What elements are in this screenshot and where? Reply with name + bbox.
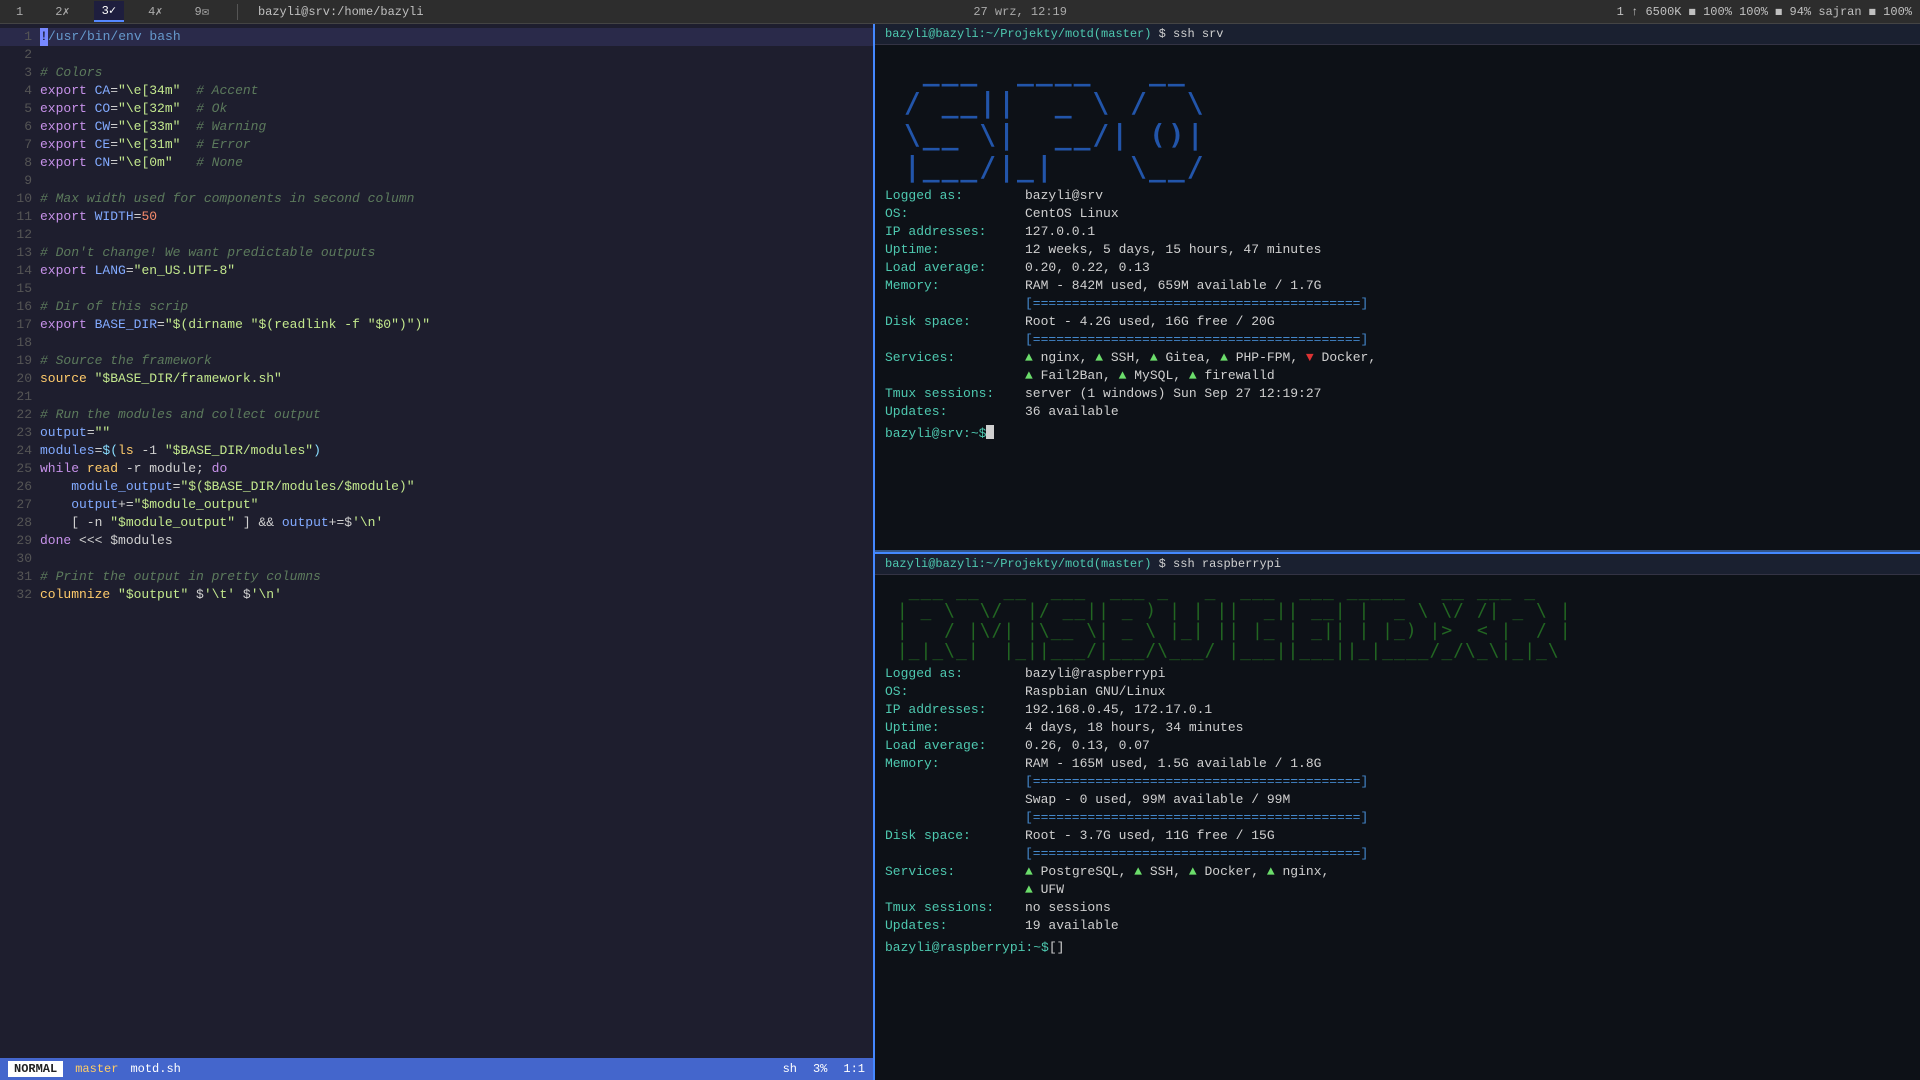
tab-2[interactable]: 2✗: [47, 2, 77, 21]
code-line-17: 17 export BASE_DIR="$(dirname "$(readlin…: [0, 316, 873, 334]
code-line-9: 9: [0, 172, 873, 190]
code-line-29: 29 done <<< $modules: [0, 532, 873, 550]
code-line-30: 30: [0, 550, 873, 568]
code-line-28: 28 [ -n "$module_output" ] && output+=$'…: [0, 514, 873, 532]
srv-os: OS: CentOS Linux: [885, 205, 1910, 223]
terminal-srv-header: bazyli@bazyli:~/Projekty/motd(master) $ …: [875, 24, 1920, 45]
rpi-ascii-art: ___ __ __ ___ ___ _ _ ___ ___ _____ __ _…: [885, 581, 1910, 661]
tab-9[interactable]: 9✉: [187, 2, 217, 21]
code-line-23: 23 output="": [0, 424, 873, 442]
rpi-logged-as: Logged as: bazyli@raspberrypi: [885, 665, 1910, 683]
top-bar: 1 2✗ 3✓ 4✗ 9✉ bazyli@srv:/home/bazyli 27…: [0, 0, 1920, 24]
editor-pane: 1 !/usr/bin/env bash 2 3 # Colors 4 expo…: [0, 24, 875, 1080]
rpi-tmux: Tmux sessions: no sessions: [885, 899, 1910, 917]
srv-cursor: [986, 425, 994, 439]
editor-status-right: sh 3% 1:1: [783, 1062, 865, 1076]
code-line-3: 3 # Colors: [0, 64, 873, 82]
code-line-16: 16 # Dir of this scrip: [0, 298, 873, 316]
code-line-1: 1 !/usr/bin/env bash: [0, 28, 873, 46]
top-bar-right: 1 ↑ 6500K ◼ 100% 100% ◼ 94% sajran ◼ 100…: [1617, 4, 1912, 19]
code-line-19: 19 # Source the framework: [0, 352, 873, 370]
code-line-12: 12: [0, 226, 873, 244]
editor-mode: NORMAL: [8, 1061, 63, 1077]
terminal-srv-body[interactable]: ___ ____ __ / __|| _ \ / \ \__ \| __/| (…: [875, 45, 1920, 550]
srv-ascii-art: ___ ____ __ / __|| _ \ / \ \__ \| __/| (…: [885, 55, 1910, 183]
code-line-10: 10 # Max width used for components in se…: [0, 190, 873, 208]
code-line-32: 32 columnize "$output" $'\t' $'\n': [0, 586, 873, 604]
code-line-2: 2: [0, 46, 873, 64]
tab-4[interactable]: 4✗: [140, 2, 170, 21]
editor-status-bar: NORMAL master motd.sh sh 3% 1:1: [0, 1058, 873, 1080]
code-line-8: 8 export CN="\e[0m" # None: [0, 154, 873, 172]
code-line-22: 22 # Run the modules and collect output: [0, 406, 873, 424]
tab-3[interactable]: 3✓: [94, 1, 124, 22]
code-line-14: 14 export LANG="en_US.UTF-8": [0, 262, 873, 280]
editor-filename: motd.sh: [130, 1062, 180, 1076]
system-info: 1 ↑ 6500K ◼ 100% 100% ◼ 94% sajran ◼ 100…: [1617, 4, 1912, 19]
terminal-rpi-header: bazyli@bazyli:~/Projekty/motd(master) $ …: [875, 554, 1920, 575]
srv-disk: Disk space: Root - 4.2G used, 16G free /…: [885, 313, 1910, 349]
rpi-updates: Updates: 19 available: [885, 917, 1910, 935]
editor-cursor: !: [40, 28, 48, 46]
srv-load: Load average: 0.20, 0.22, 0.13: [885, 259, 1910, 277]
terminal-pane: bazyli@bazyli:~/Projekty/motd(master) $ …: [875, 24, 1920, 1080]
code-line-31: 31 # Print the output in pretty columns: [0, 568, 873, 586]
code-line-27: 27 output+="$module_output": [0, 496, 873, 514]
file-type: sh: [783, 1062, 797, 1076]
code-line-26: 26 module_output="$($BASE_DIR/modules/$m…: [0, 478, 873, 496]
srv-uptime: Uptime: 12 weeks, 5 days, 15 hours, 47 m…: [885, 241, 1910, 259]
cursor-position: 1:1: [843, 1062, 865, 1076]
code-line-24: 24 modules=$(ls -1 "$BASE_DIR/modules"): [0, 442, 873, 460]
rpi-swap: Swap - 0 used, 99M available / 99M [====…: [885, 791, 1910, 827]
code-line-7: 7 export CE="\e[31m" # Error: [0, 136, 873, 154]
rpi-disk: Disk space: Root - 3.7G used, 11G free /…: [885, 827, 1910, 863]
code-line-15: 15: [0, 280, 873, 298]
code-line-18: 18: [0, 334, 873, 352]
terminal-rpi-body[interactable]: ___ __ __ ___ ___ _ _ ___ ___ _____ __ _…: [875, 575, 1920, 1080]
code-line-20: 20 source "$BASE_DIR/framework.sh": [0, 370, 873, 388]
code-line-11: 11 export WIDTH=50: [0, 208, 873, 226]
rpi-os: OS: Raspbian GNU/Linux: [885, 683, 1910, 701]
code-line-21: 21: [0, 388, 873, 406]
editor-content[interactable]: 1 !/usr/bin/env bash 2 3 # Colors 4 expo…: [0, 24, 873, 1058]
terminal-srv: bazyli@bazyli:~/Projekty/motd(master) $ …: [875, 24, 1920, 552]
code-line-25: 25 while read -r module; do: [0, 460, 873, 478]
scroll-percent: 3%: [813, 1062, 827, 1076]
srv-ip: IP addresses: 127.0.0.1: [885, 223, 1910, 241]
srv-memory: Memory: RAM - 842M used, 659M available …: [885, 277, 1910, 313]
srv-logged-as: Logged as: bazyli@srv: [885, 187, 1910, 205]
shell-path: bazyli@srv:/home/bazyli: [258, 5, 424, 19]
rpi-services: Services: ▲ PostgreSQL, ▲ SSH, ▲ Docker,…: [885, 863, 1910, 899]
code-line-6: 6 export CW="\e[33m" # Warning: [0, 118, 873, 136]
top-bar-left: 1 2✗ 3✓ 4✗ 9✉ bazyli@srv:/home/bazyli: [8, 1, 424, 22]
rpi-prompt-line: bazyli@raspberrypi:~$ []: [885, 939, 1910, 957]
rpi-memory: Memory: RAM - 165M used, 1.5G available …: [885, 755, 1910, 791]
tab-1[interactable]: 1: [8, 3, 31, 21]
srv-updates: Updates: 36 available: [885, 403, 1910, 421]
srv-services: Services: ▲ nginx, ▲ SSH, ▲ Gitea, ▲ PHP…: [885, 349, 1910, 385]
rpi-uptime: Uptime: 4 days, 18 hours, 34 minutes: [885, 719, 1910, 737]
srv-tmux: Tmux sessions: server (1 windows) Sun Se…: [885, 385, 1910, 403]
code-line-5: 5 export CO="\e[32m" # Ok: [0, 100, 873, 118]
terminal-rpi: bazyli@bazyli:~/Projekty/motd(master) $ …: [875, 554, 1920, 1080]
code-line-13: 13 # Don't change! We want predictable o…: [0, 244, 873, 262]
code-lines: 1 !/usr/bin/env bash 2 3 # Colors 4 expo…: [0, 28, 873, 604]
rpi-ip: IP addresses: 192.168.0.45, 172.17.0.1: [885, 701, 1910, 719]
srv-prompt-line: bazyli@srv:~$: [885, 425, 1910, 443]
main-layout: 1 !/usr/bin/env bash 2 3 # Colors 4 expo…: [0, 24, 1920, 1080]
top-bar-datetime: 27 wrz, 12:19: [973, 5, 1067, 19]
git-branch: master: [75, 1062, 118, 1076]
code-line-4: 4 export CA="\e[34m" # Accent: [0, 82, 873, 100]
rpi-load: Load average: 0.26, 0.13, 0.07: [885, 737, 1910, 755]
editor-status-left: NORMAL master motd.sh: [8, 1061, 181, 1077]
